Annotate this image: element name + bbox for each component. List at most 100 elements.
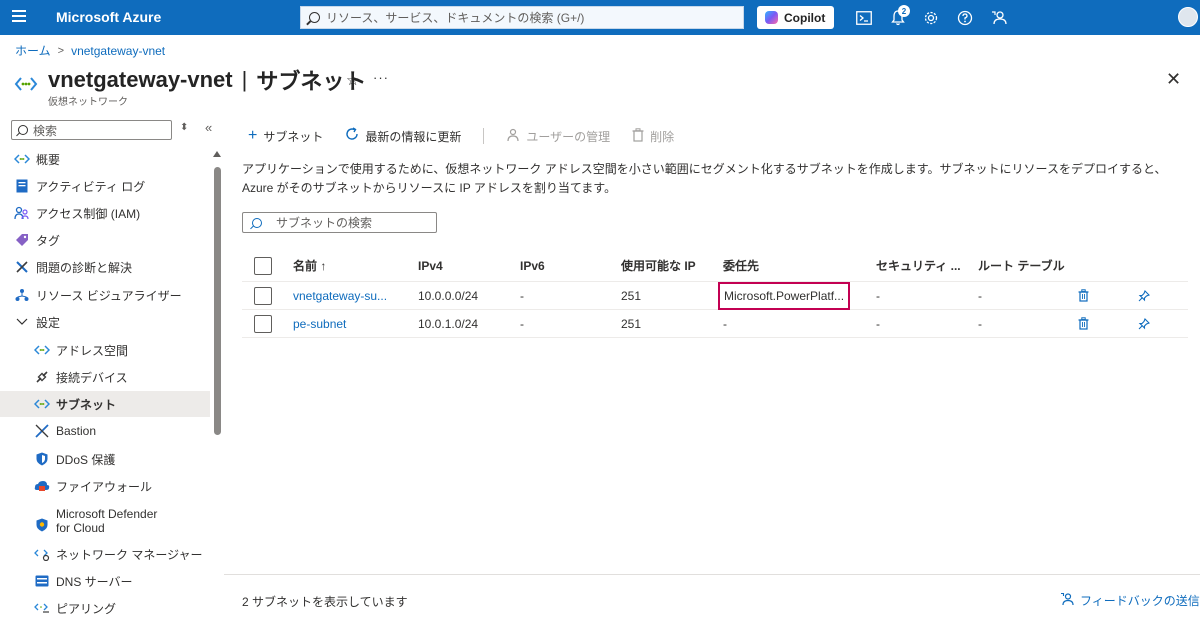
feedback-person-icon[interactable] — [990, 9, 1008, 27]
column-header-ipv4[interactable]: IPv4 — [418, 250, 443, 281]
manage-users-button[interactable]: ユーザーの管理 — [506, 128, 610, 145]
command-bar: + サブネット 最新の情報に更新 ユーザーの管理 削除 — [248, 126, 696, 146]
sidebar-item-defender[interactable]: Microsoft Defender for Cloud — [0, 503, 210, 543]
global-search-placeholder: リソース、サービス、ドキュメントの検索 (G+/) — [326, 11, 585, 25]
sidebar-item-label: ファイアウォール — [56, 479, 153, 494]
favorite-star-icon[interactable]: ☆ — [346, 71, 359, 89]
sidebar-item-dns[interactable]: DNS サーバー — [0, 568, 210, 594]
subnets-table: 名前 ↑ IPv4 IPv6 使用可能な IP 委任先 セキュリティ ... ル… — [242, 250, 1188, 338]
table-row[interactable]: vnetgateway-su... 10.0.0.0/24 - 251 Micr… — [242, 281, 1188, 310]
sidebar-item-network-manager[interactable]: ネットワーク マネージャー — [0, 541, 210, 567]
subnet-name-link[interactable]: pe-subnet — [293, 310, 346, 337]
breadcrumb-home[interactable]: ホーム — [15, 42, 51, 59]
delete-row-icon[interactable] — [1078, 282, 1089, 309]
subnet-search-input[interactable]: サブネットの検索 — [242, 212, 437, 233]
pin-icon[interactable] — [1138, 282, 1150, 309]
sidebar-item-label: ピアリング — [56, 601, 117, 616]
toolbar-divider — [483, 128, 485, 144]
sidebar-scrollbar-thumb[interactable] — [214, 167, 221, 435]
table-row[interactable]: pe-subnet 10.0.1.0/24 - 251 - - - — [242, 310, 1188, 338]
brand-title[interactable]: Microsoft Azure — [56, 9, 161, 25]
delete-row-icon[interactable] — [1078, 310, 1089, 337]
sidebar-item-bastion[interactable]: Bastion — [0, 418, 210, 444]
cloud-shell-icon[interactable] — [855, 9, 873, 27]
close-icon[interactable]: ✕ — [1166, 69, 1181, 90]
sidebar-item-label: アドレス空間 — [56, 343, 129, 358]
ipv4-cell: 10.0.1.0/24 — [418, 316, 479, 331]
sidebar-item-label: タグ — [36, 233, 61, 248]
sidebar-item-tags[interactable]: タグ — [0, 227, 210, 253]
security-cell: - — [876, 288, 880, 303]
column-header-security[interactable]: セキュリティ ... — [876, 250, 961, 281]
pin-icon[interactable] — [1138, 310, 1150, 337]
column-header-name[interactable]: 名前 ↑ — [293, 250, 326, 281]
available-ips-cell: 251 — [621, 288, 642, 303]
sidebar-item-label: ネットワーク マネージャー — [56, 547, 203, 562]
sidebar-item-diagnose[interactable]: 問題の診断と解決 — [0, 254, 210, 280]
overview-icon — [14, 151, 30, 167]
global-search-input[interactable]: リソース、サービス、ドキュメントの検索 (G+/) — [300, 6, 744, 29]
copilot-button[interactable]: Copilot — [757, 6, 834, 29]
sidebar-item-iam[interactable]: アクセス制御 (IAM) — [0, 200, 210, 226]
top-bar: Microsoft Azure リソース、サービス、ドキュメントの検索 (G+/… — [0, 0, 1200, 35]
row-checkbox[interactable] — [254, 314, 272, 333]
sidebar-item-label: DDoS 保護 — [56, 452, 116, 467]
column-header-route-table[interactable]: ルート テーブル — [978, 250, 1065, 281]
column-header-ipv6[interactable]: IPv6 — [520, 250, 545, 281]
connected-devices-icon — [34, 369, 50, 385]
page-title: vnetgateway-vnet | サブネット — [48, 64, 366, 96]
sidebar-item-label: 概要 — [36, 152, 61, 167]
menu-icon[interactable] — [12, 10, 26, 24]
sidebar-item-label: アクセス制御 (IAM) — [36, 206, 141, 221]
sidebar-item-firewall[interactable]: ファイアウォール — [0, 473, 210, 499]
ipv4-cell: 10.0.0.0/24 — [418, 288, 479, 303]
subnet-icon — [34, 396, 50, 412]
sidebar-item-subnets[interactable]: サブネット — [0, 391, 210, 417]
sidebar-item-label-line1: Microsoft Defender — [56, 507, 158, 521]
ddos-icon — [34, 451, 50, 467]
dns-icon — [34, 573, 50, 589]
help-icon[interactable] — [956, 9, 974, 27]
sidebar-item-activity-log[interactable]: アクティビティ ログ — [0, 173, 210, 199]
column-header-available-ips[interactable]: 使用可能な IP — [621, 250, 696, 281]
subnet-name-link[interactable]: vnetgateway-su... — [293, 282, 387, 309]
virtual-network-icon — [14, 74, 38, 94]
notification-badge: 2 — [898, 5, 910, 17]
iam-icon — [14, 205, 30, 221]
settings-gear-icon[interactable] — [922, 9, 940, 27]
sidebar-group-settings[interactable]: 設定 — [0, 309, 210, 335]
sidebar-item-connected-devices[interactable]: 接続デバイス — [0, 364, 210, 390]
row-checkbox[interactable] — [254, 286, 272, 305]
scroll-up-arrow[interactable] — [213, 151, 221, 157]
sidebar-item-visualizer[interactable]: リソース ビジュアライザー — [0, 282, 210, 308]
bastion-icon — [34, 423, 50, 439]
sidebar-item-ddos[interactable]: DDoS 保護 — [0, 446, 210, 472]
expand-collapse-icon[interactable]: ⬍ — [180, 122, 188, 133]
column-header-delegation[interactable]: 委任先 — [723, 250, 759, 281]
delegation-highlight: Microsoft.PowerPlatf... — [718, 281, 851, 310]
sidebar-item-address-space[interactable]: アドレス空間 — [0, 337, 210, 363]
diagnose-icon — [14, 259, 30, 275]
collapse-menu-icon[interactable]: « — [205, 120, 212, 135]
chevron-right-icon: > — [57, 44, 65, 57]
sidebar-item-label: リソース ビジュアライザー — [36, 288, 182, 303]
add-subnet-button[interactable]: + サブネット — [248, 127, 323, 145]
sidebar-item-peering[interactable]: ピアリング — [0, 595, 210, 621]
search-icon — [18, 125, 28, 135]
sidebar-item-label: DNS サーバー — [56, 574, 133, 589]
refresh-button[interactable]: 最新の情報に更新 — [345, 126, 461, 146]
subnet-search-placeholder: サブネットの検索 — [276, 216, 373, 230]
copilot-icon — [765, 11, 778, 24]
sidebar-item-label: 接続デバイス — [56, 370, 128, 385]
delegation-value: Microsoft.PowerPlatf... — [724, 288, 845, 303]
trash-icon — [632, 127, 644, 145]
send-feedback-link[interactable]: フィードバックの送信 — [1060, 592, 1200, 609]
menu-search-input[interactable]: 検索 — [11, 120, 172, 140]
delete-button[interactable]: 削除 — [632, 127, 674, 145]
select-all-checkbox[interactable] — [254, 256, 272, 275]
breadcrumb-vnet[interactable]: vnetgateway-vnet — [71, 44, 165, 58]
manage-users-label: ユーザーの管理 — [526, 129, 611, 144]
user-avatar[interactable] — [1178, 7, 1198, 27]
more-options-icon[interactable]: ··· — [373, 70, 389, 85]
sidebar-item-overview[interactable]: 概要 — [0, 146, 210, 172]
